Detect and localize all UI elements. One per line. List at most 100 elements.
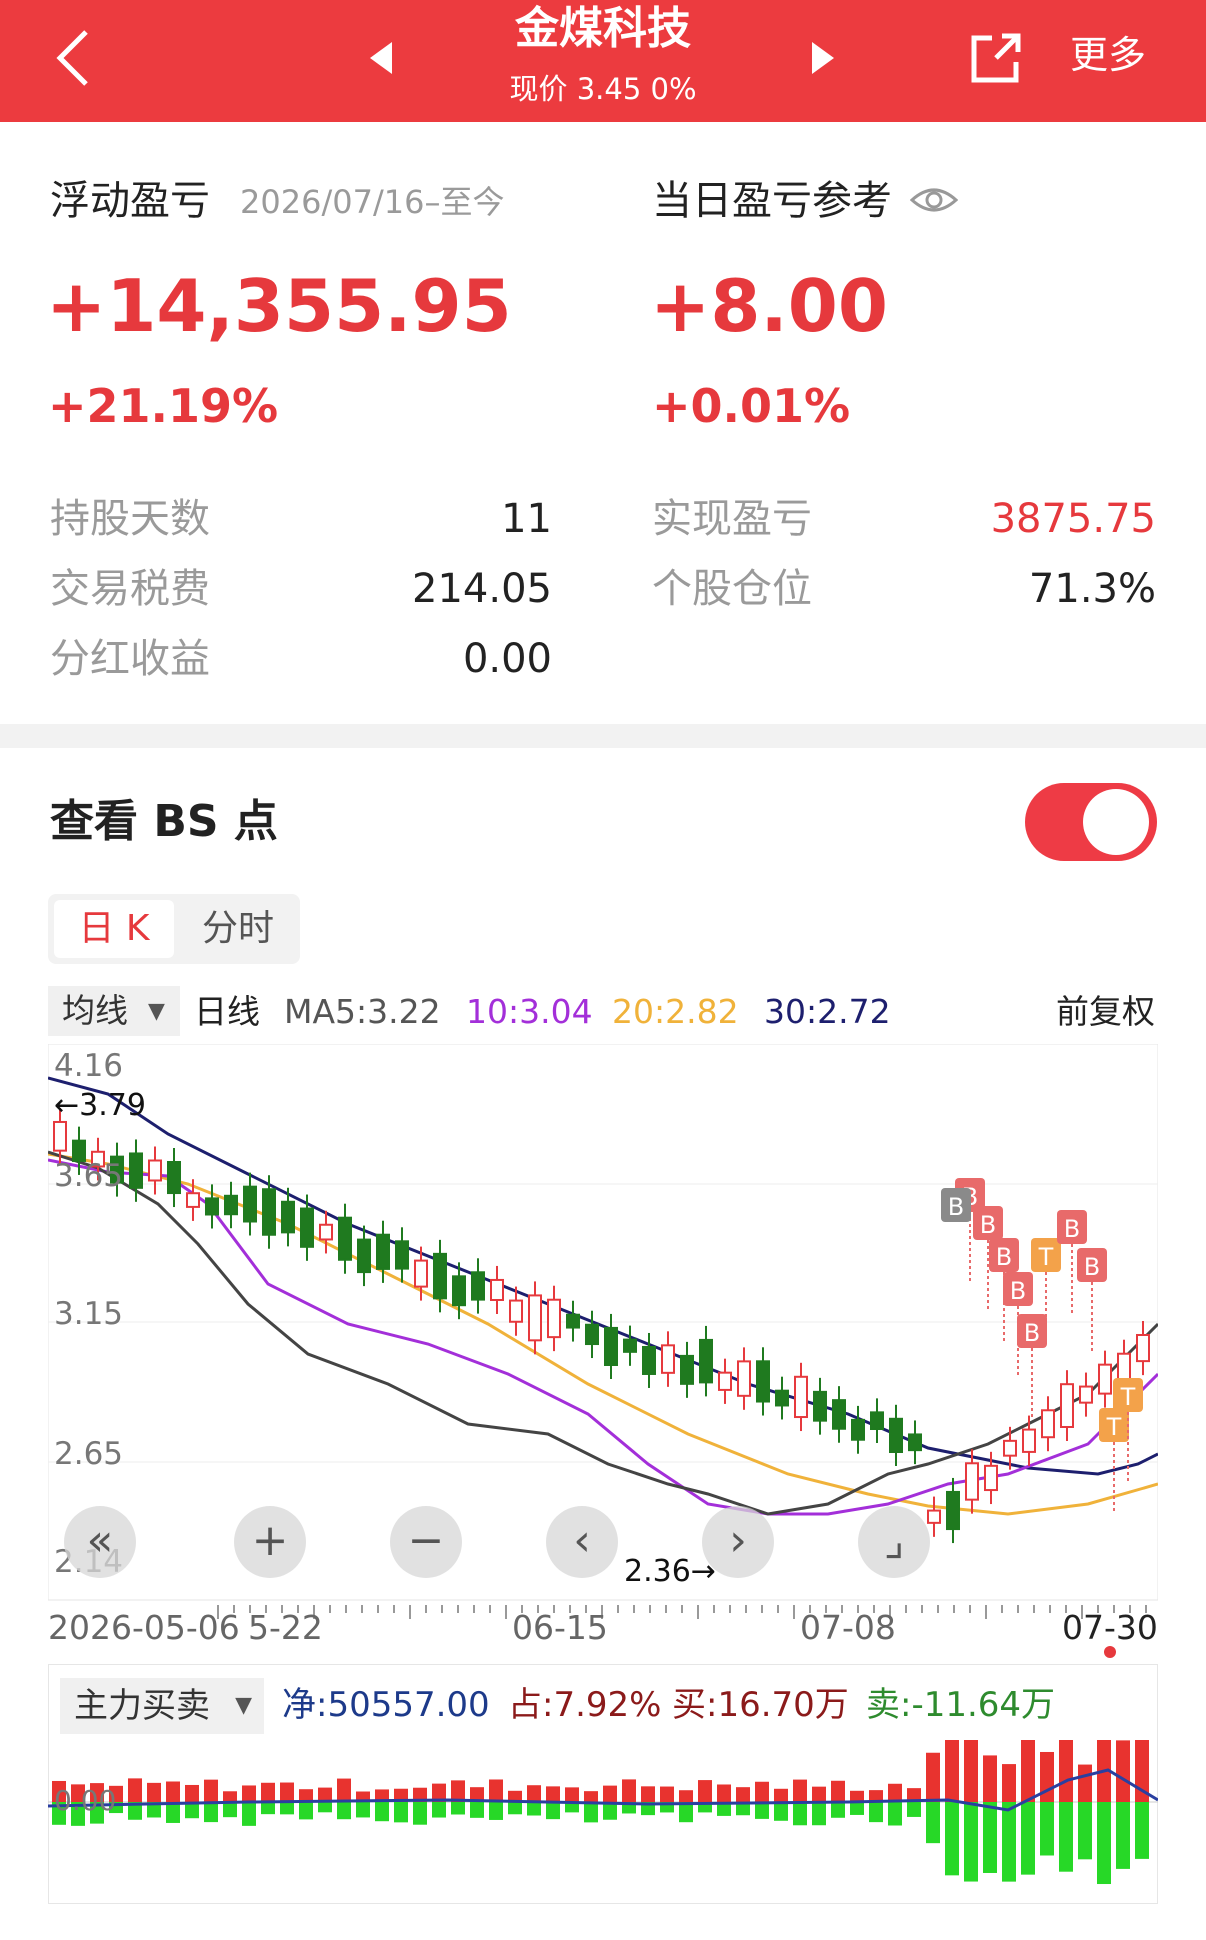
svg-text:B: B — [1084, 1253, 1100, 1281]
position-label: 个股仓位 — [652, 566, 812, 612]
candle — [433, 1252, 447, 1300]
flow-buy-bar — [261, 1782, 275, 1802]
ma30-line — [48, 1076, 1158, 1476]
candle — [1079, 1385, 1093, 1404]
section-divider — [0, 724, 1206, 748]
candle — [965, 1462, 979, 1501]
x-label-4: 07-08 — [800, 1608, 896, 1647]
flow-buy-bar — [337, 1778, 351, 1802]
zoom-in-icon[interactable]: + — [234, 1506, 306, 1578]
candle — [927, 1509, 941, 1524]
svg-text:B: B — [948, 1193, 964, 1221]
fee-value: 214.05 — [412, 566, 552, 612]
x-label-2: 5-22 — [248, 1608, 323, 1647]
flow-sell-bar — [375, 1802, 389, 1822]
floating-pnl-pct: +21.19% — [48, 379, 279, 433]
candle — [984, 1464, 998, 1492]
flow-sell-bar — [394, 1802, 408, 1823]
flow-select[interactable]: 主力买卖 ▼ — [60, 1678, 264, 1734]
kline-chart[interactable]: BBBBBTBBTTB 4.16 3.65 3.15 2.65 2.14 ←3.… — [48, 1044, 1158, 1604]
flow-buy-bar — [584, 1791, 598, 1802]
ma10-value: 10:3.04 — [466, 992, 593, 1031]
period-label: 日线 — [194, 992, 260, 1031]
candle — [224, 1194, 238, 1216]
flow-sell-bar — [508, 1802, 522, 1815]
x-label-end: 07-30 — [1062, 1608, 1158, 1647]
bs-toggle[interactable] — [1025, 783, 1157, 861]
flow-sell-bar — [413, 1802, 427, 1825]
flow-buy-bar — [1002, 1764, 1016, 1802]
hold-days-value: 11 — [501, 496, 552, 542]
high-marker: ←3.79 — [54, 1088, 146, 1123]
flow-buy: 买:16.70万 — [672, 1685, 849, 1725]
flow-sell-bar — [546, 1802, 560, 1820]
candle — [908, 1433, 922, 1452]
svg-text:T: T — [1106, 1413, 1122, 1441]
buy-marker-b[interactable]: B — [1077, 1248, 1107, 1354]
candle — [699, 1338, 713, 1384]
flow-buy-bar — [679, 1790, 693, 1802]
stock-price: 现价 3.45 0% — [509, 72, 697, 106]
flow-buy-bar — [489, 1779, 503, 1802]
today-pnl-value: +8.00 — [650, 264, 888, 348]
candle — [528, 1294, 542, 1342]
scroll-left-fast-icon[interactable]: « — [64, 1506, 136, 1578]
candle — [604, 1326, 618, 1366]
flow-buy-bar — [945, 1716, 959, 1802]
flow-sell-bar — [926, 1802, 940, 1844]
flow-sell-bar — [166, 1802, 180, 1823]
flow-sell-bar — [831, 1802, 845, 1818]
dividend-label: 分红收益 — [50, 636, 210, 682]
flow-buy-bar — [280, 1782, 294, 1802]
fullscreen-icon[interactable]: ⌟ — [858, 1506, 930, 1578]
scroll-left-icon[interactable]: ‹ — [546, 1506, 618, 1578]
flow-buy-bar — [527, 1785, 541, 1802]
fee-label: 交易税费 — [50, 566, 210, 612]
candle — [1041, 1409, 1055, 1439]
flow-buy-bar — [185, 1784, 199, 1802]
scroll-right-icon[interactable]: › — [702, 1506, 774, 1578]
tab-day-k[interactable]: 日 K — [54, 900, 174, 958]
flow-sell-bar — [242, 1802, 256, 1826]
flow-buy-bar — [147, 1782, 161, 1802]
chart-tabs: 日 K 分时 — [48, 894, 300, 964]
candle — [319, 1223, 333, 1241]
svg-text:T: T — [1120, 1383, 1136, 1411]
candle — [813, 1390, 827, 1422]
candle — [566, 1313, 580, 1329]
flow-sell-bar — [1078, 1802, 1092, 1860]
zoom-out-icon[interactable]: − — [390, 1506, 462, 1578]
x-label-3: 06-15 — [512, 1608, 608, 1647]
candle — [205, 1197, 219, 1216]
flow-sell-bar — [223, 1802, 237, 1818]
tab-time-share[interactable]: 分时 — [178, 900, 298, 958]
ma-select[interactable]: 均线 ▼ — [48, 986, 180, 1036]
candle — [832, 1399, 846, 1430]
share-icon[interactable] — [968, 30, 1024, 86]
candle — [1117, 1352, 1131, 1383]
y-label-mid2: 3.15 — [54, 1296, 124, 1332]
flow-sell-bar — [280, 1802, 294, 1815]
flow-buy-bar — [964, 1724, 978, 1802]
flow-sell-bar — [261, 1802, 275, 1815]
hold-days-label: 持股天数 — [50, 496, 210, 542]
flow-buy-bar — [717, 1784, 731, 1802]
flow-sell-bar — [812, 1802, 826, 1826]
flow-chart[interactable]: 0.00 — [47, 1714, 1159, 1900]
flow-buy-bar — [660, 1786, 674, 1802]
buy-marker-b[interactable]: B — [1017, 1314, 1047, 1420]
more-button[interactable]: 更多 — [1070, 30, 1146, 80]
realized-pnl-label: 实现盈亏 — [652, 496, 812, 542]
stock-title: 金煤科技 — [515, 3, 691, 54]
flow-sell-bar — [1116, 1802, 1130, 1869]
history-marker-b[interactable]: B — [941, 1188, 971, 1222]
flow-buy-bar — [565, 1787, 579, 1802]
flow-buy-bar — [603, 1785, 617, 1802]
svg-text:B: B — [980, 1211, 996, 1239]
next-stock-icon[interactable] — [810, 40, 836, 76]
flow-buy-bar — [793, 1779, 807, 1802]
flow-ratio: 占:7.92% — [508, 1685, 662, 1725]
eye-icon[interactable] — [909, 180, 959, 220]
adjust-label[interactable]: 前复权 — [1056, 990, 1155, 1034]
candle — [1003, 1439, 1017, 1457]
